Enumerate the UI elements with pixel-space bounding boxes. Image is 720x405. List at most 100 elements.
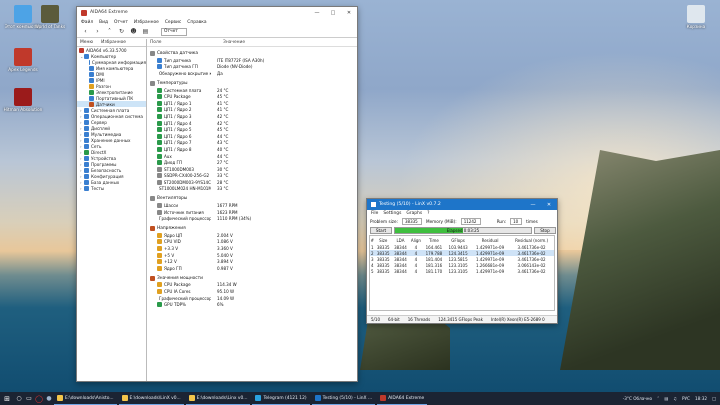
sensor-row[interactable]: ЦП1 / Ядро 2 41 °C [147, 107, 357, 114]
linx-titlebar[interactable]: Testing (5/10) - LinX v0.7.2 — ✕ [367, 199, 557, 210]
sensor-row[interactable]: +5 V 5.040 V [147, 252, 357, 259]
column-header[interactable]: Size [375, 236, 392, 244]
opera-icon[interactable]: ◯ [34, 395, 44, 403]
sensor-row[interactable]: ST1000DM003 30 °C [147, 166, 357, 173]
sensor-row[interactable]: Тип датчика ГП Diode (NV-Diode) [147, 64, 357, 71]
sensor-row[interactable]: Ядро ЦП 2.004 V [147, 232, 357, 239]
close-button[interactable]: ✕ [341, 7, 357, 18]
start-button[interactable]: Start [370, 227, 392, 234]
taskbar-app-button[interactable]: E:\downloads\LinX v0... [118, 392, 184, 405]
tree-item[interactable]: › Операционная система [77, 113, 146, 119]
menu-item[interactable]: Файл [81, 20, 93, 25]
refresh-icon[interactable]: ↻ [117, 27, 126, 36]
sensor-row[interactable]: Обнаружено вскрытие кор... Да [147, 70, 357, 77]
column-header[interactable]: Time [423, 236, 445, 244]
clock[interactable]: 18:32 [695, 396, 707, 401]
sensor-row[interactable]: ЦП1 / Ядро 7 43 °C [147, 140, 357, 147]
menu-item[interactable]: Избранное [134, 20, 159, 25]
table-row[interactable]: 3 38335 38344 4 181.404 123.5815 1.429971e-09 3… [370, 256, 554, 262]
sensor-row[interactable]: ST1000LM024 HN-M101MBB 33 °C [147, 186, 357, 193]
desktop-icon[interactable]: Корзина [676, 5, 716, 29]
user-icon[interactable]: ☻ [129, 27, 138, 36]
column-header[interactable]: Residual (norm.) [509, 236, 554, 244]
sensor-row[interactable]: CPU Package 45 °C [147, 93, 357, 100]
sensor-row[interactable]: ЦП1 / Ядро 1 41 °C [147, 100, 357, 107]
linx-minimize-button[interactable]: — [525, 199, 541, 210]
column-header[interactable]: GFlops [445, 236, 471, 244]
sensor-row[interactable]: SSDPR-CX400-256-G2 33 °C [147, 173, 357, 180]
minimize-button[interactable]: — [309, 7, 325, 18]
problem-size-input[interactable]: 38335 [401, 218, 422, 225]
sensor-row[interactable]: Графический процессор 14.09 W [147, 295, 357, 302]
steam-icon[interactable]: ● [44, 395, 54, 402]
sensor-row[interactable]: Тип датчика ITE IT8772F (ISA A30h) [147, 57, 357, 64]
desktop-icon[interactable]: Apex Legends [3, 48, 43, 72]
linx-menu-item[interactable]: Settings [383, 211, 401, 216]
taskbar-app-button[interactable]: Telegram (4121 12) [252, 392, 310, 405]
table-row[interactable]: 2 38335 38344 4 179.788 124.3415 1.429971e-09 3… [370, 250, 554, 256]
table-row[interactable]: 4 38335 38344 4 181.316 123.3105 1.266681e-09 3… [370, 262, 554, 268]
sensor-row[interactable]: CPU Package 114.34 W [147, 282, 357, 289]
sensor-row[interactable]: ЦП1 / Ядро 4 42 °C [147, 120, 357, 127]
linx-menu-item[interactable]: File [371, 211, 378, 216]
tab-favorites[interactable]: Избранное [101, 40, 126, 45]
menu-item[interactable]: Вид [99, 20, 108, 25]
column-header[interactable]: LDA [392, 236, 409, 244]
sensor-row[interactable]: CPU VID 1.086 V [147, 239, 357, 246]
tab-menu[interactable]: Меню [80, 40, 93, 45]
windows-start-icon[interactable]: ⊞ [0, 395, 14, 403]
taskbar-app-button[interactable]: Testing (5/10) - LinX ... [311, 392, 376, 405]
sensor-row[interactable]: Источник питания 1623 RPM [147, 209, 357, 216]
network-icon[interactable]: ▤ [664, 396, 668, 401]
memory-input[interactable]: 11242 [460, 218, 481, 225]
language-indicator[interactable]: РУС [682, 396, 690, 401]
run-count-input[interactable]: 10 [510, 218, 523, 225]
col-value[interactable]: Значение [221, 40, 245, 45]
desktop-icon[interactable]: World of Tanks [30, 5, 70, 29]
linx-menu-item[interactable]: Graphs [406, 211, 422, 216]
taskbar-app-button[interactable]: AIDA64 Extreme [377, 392, 428, 405]
taskbar-app-button[interactable]: E:\downloads\Linx v0... [185, 392, 251, 405]
linx-close-button[interactable]: ✕ [541, 199, 557, 210]
sensor-row[interactable]: Графический процессор 1110 RPM (34%) [147, 215, 357, 222]
volume-icon[interactable]: ♫ [673, 396, 677, 401]
aida64-titlebar[interactable]: AIDA64 Extreme — □ ✕ [77, 7, 357, 18]
sensor-row[interactable]: +3.3 V 3.360 V [147, 245, 357, 252]
search-icon[interactable]: ○ [14, 395, 24, 402]
forward-icon[interactable]: › [93, 27, 102, 36]
sensor-row[interactable]: CPU IA Cores 95.10 W [147, 288, 357, 295]
report-button[interactable]: Отчет [161, 27, 187, 36]
back-icon[interactable]: ‹ [81, 27, 90, 36]
desktop-icon[interactable]: Hitman Absolution [3, 88, 43, 112]
sensor-row[interactable]: Системная плата 24 °C [147, 87, 357, 94]
column-header[interactable]: Residual [471, 236, 509, 244]
sensor-row[interactable]: Шасси 1677 RPM [147, 202, 357, 209]
sensor-row[interactable]: ЦП1 / Ядро 6 44 °C [147, 133, 357, 140]
sensor-row[interactable]: ЦП1 / Ядро 3 42 °C [147, 113, 357, 120]
sensor-row[interactable]: ЦП1 / Ядро 8 40 °C [147, 146, 357, 153]
maximize-button[interactable]: □ [325, 7, 341, 18]
sensor-row[interactable]: +12 V 3.894 V [147, 258, 357, 265]
sensor-row[interactable]: ЦП1 / Ядро 5 45 °C [147, 126, 357, 133]
taskbar-app-button[interactable]: E:\downloads\Anisto... [54, 392, 117, 405]
table-row[interactable]: 5 38335 38344 4 181.170 123.3105 1.429971e-09 3… [370, 268, 554, 274]
sensor-row[interactable]: GPU TDP% 6% [147, 301, 357, 308]
tree-item[interactable]: › Тесты [77, 185, 146, 191]
col-field[interactable]: Поле [147, 40, 221, 45]
up-icon[interactable]: ˄ [105, 27, 114, 36]
linx-menu-item[interactable]: ? [427, 211, 429, 216]
sensor-row[interactable]: Aux 44 °C [147, 153, 357, 160]
stop-button[interactable]: Stop [534, 227, 556, 234]
sensor-row[interactable]: ST2000DM003-9YS14C 28 °C [147, 179, 357, 186]
menu-item[interactable]: Справка [187, 20, 206, 25]
notifications-icon[interactable]: □ [712, 396, 716, 401]
table-row[interactable]: 1 38335 38344 4 164.461 103.9443 1.429971e-09 3… [370, 244, 554, 250]
weather-text[interactable]: -3°C Облачно [623, 396, 652, 401]
sensor-row[interactable]: Диод ГП 27 °C [147, 159, 357, 166]
menu-item[interactable]: Сервис [165, 20, 181, 25]
sensor-row[interactable]: Ядро ГП 0.987 V [147, 265, 357, 272]
menu-item[interactable]: Отчет [114, 20, 128, 25]
chart-icon[interactable]: ▤ [141, 27, 150, 36]
tray-chevron-icon[interactable]: ˄ [657, 396, 659, 401]
task-view-icon[interactable]: ▭ [24, 395, 34, 402]
